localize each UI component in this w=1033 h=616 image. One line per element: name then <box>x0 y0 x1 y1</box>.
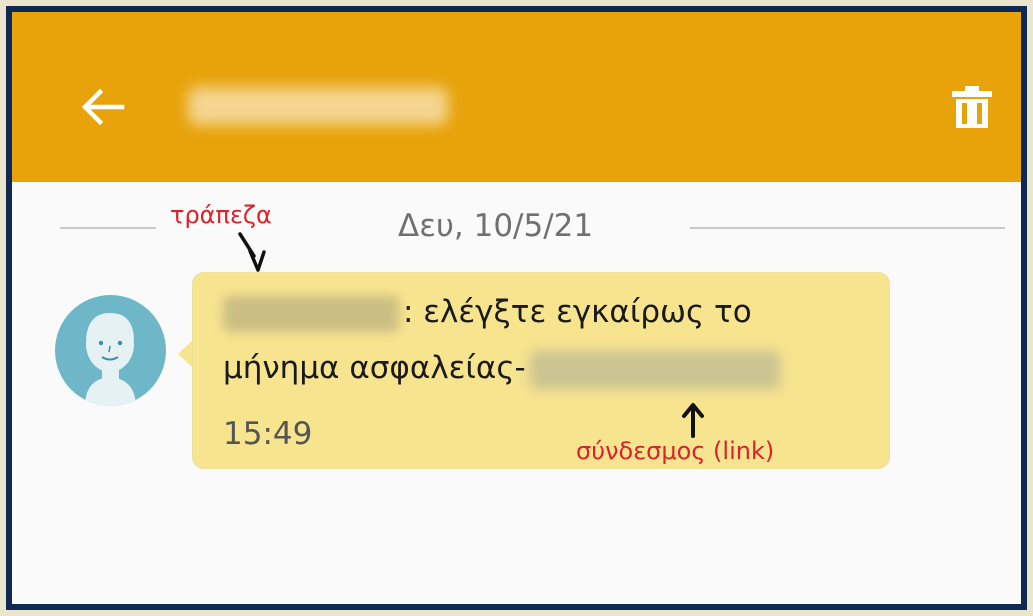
annotation-bank-label: τράπεζα <box>170 201 272 229</box>
delete-button[interactable] <box>948 82 996 132</box>
contact-avatar[interactable] <box>55 295 166 406</box>
message-text-part1: : ελέγξτε εγκαίρως το <box>403 294 752 330</box>
message-time: 15:49 <box>223 416 313 452</box>
annotation-arrow-up-icon <box>682 403 704 438</box>
annotation-link-label: σύνδεσμος (link) <box>576 437 775 465</box>
phone-screenshot: Δευ, 10/5/21 τράπεζα : ελέγξτε εγκαίρως … <box>6 6 1027 610</box>
annotation-arrow-down-icon <box>238 232 266 272</box>
arrow-left-icon <box>81 88 125 126</box>
date-label: Δευ, 10/5/21 <box>398 208 594 244</box>
date-separator: Δευ, 10/5/21 <box>12 208 1021 252</box>
message-line-2: μήνημα ασφαλείας- <box>223 350 780 389</box>
back-button[interactable] <box>78 82 128 132</box>
message-line-1: : ελέγξτε εγκαίρως το <box>223 294 752 332</box>
divider-right <box>690 227 1005 229</box>
message-text-part2: μήνημα ασφαλείας- <box>223 350 526 386</box>
bubble-tail <box>178 340 193 368</box>
trash-icon <box>952 86 992 128</box>
app-bar <box>12 12 1021 182</box>
contact-name-blurred <box>188 87 448 125</box>
person-icon <box>85 313 136 406</box>
sender-name-blurred <box>223 295 399 332</box>
link-blurred[interactable] <box>529 350 780 389</box>
divider-left <box>60 227 156 229</box>
